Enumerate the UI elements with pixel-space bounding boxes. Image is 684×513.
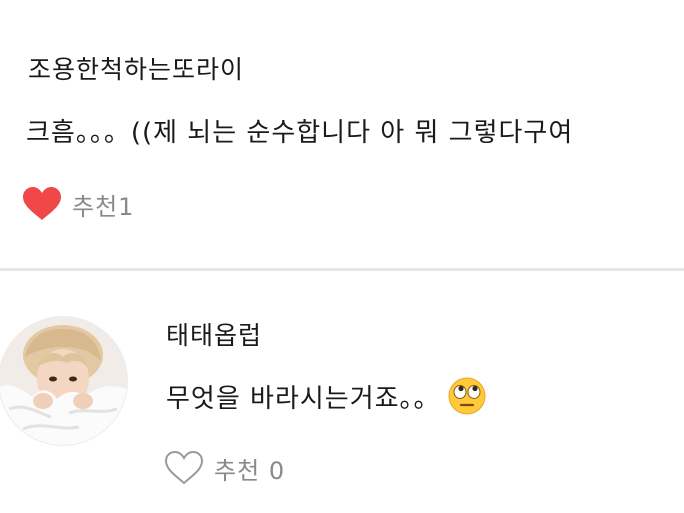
like-label: 추천1 bbox=[72, 192, 135, 221]
avatar-photo bbox=[0, 317, 127, 445]
comment-text: 무엇을 바라시는거죠。。 bbox=[166, 376, 487, 416]
comment-text-content: 무엇을 바라시는거죠。。 bbox=[166, 383, 441, 414]
like-count: 0 bbox=[268, 456, 286, 485]
comment-divider bbox=[0, 268, 684, 271]
like-button[interactable]: 추천 0 bbox=[164, 450, 285, 486]
like-button[interactable]: 추천1 bbox=[22, 186, 134, 222]
comment-author[interactable]: 조용한척하는또라이 bbox=[28, 50, 244, 86]
comment-text: 크흠。。。((제 뇌는 순수합니다 아 뭐 그렇다구여 bbox=[26, 118, 574, 148]
comment-author[interactable]: 태태옵럽 bbox=[166, 316, 262, 352]
comment-item: 조용한척하는또라이 크흠。。。((제 뇌는 순수합니다 아 뭐 그렇다구여 추천… bbox=[0, 0, 684, 268]
heart-outline-icon[interactable] bbox=[164, 450, 204, 486]
rolling-eyes-emoji-icon bbox=[448, 377, 486, 415]
avatar[interactable] bbox=[0, 316, 128, 446]
like-count: 1 bbox=[118, 192, 135, 221]
heart-filled-icon[interactable] bbox=[22, 186, 62, 222]
like-label: 추천 0 bbox=[214, 456, 286, 485]
